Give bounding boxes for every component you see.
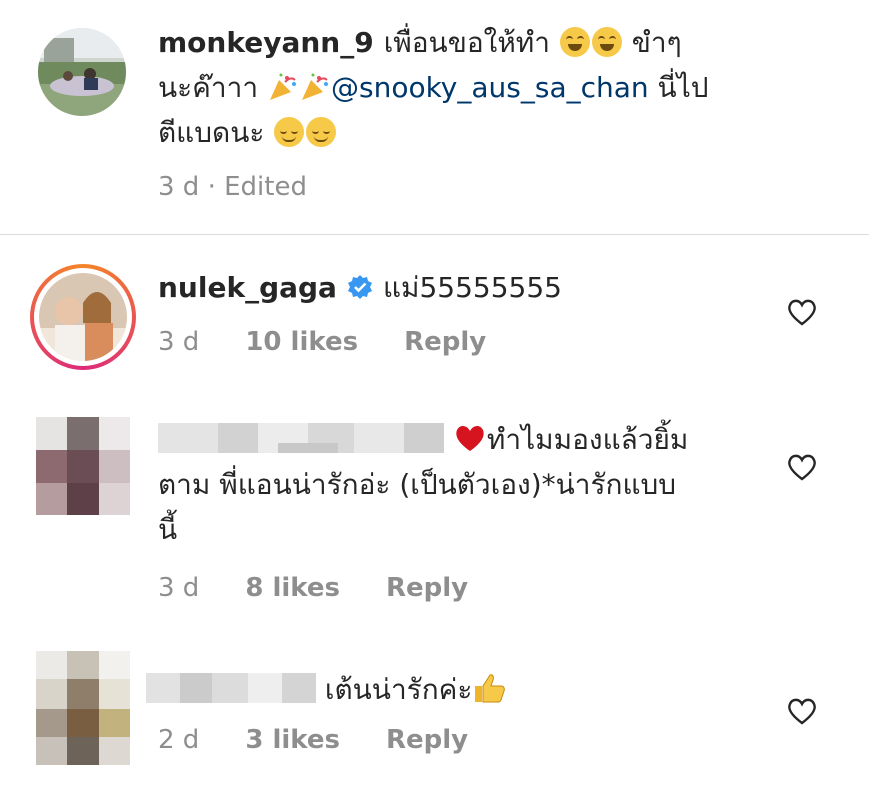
- heart-outline-icon[interactable]: [786, 297, 818, 327]
- comment-body: ขำๆ: [622, 26, 682, 59]
- comment-text: monkeyann_9 เพื่อนขอให้ทำ ขำๆ นะค๊าาา @sn…: [158, 20, 768, 155]
- comment-body: เพื่อนขอให้ทำ: [383, 26, 550, 59]
- comment-meta: 2 d 3 likes Reply: [158, 725, 468, 755]
- relieved-emoji-icon: [306, 117, 337, 147]
- laughing-emoji-icon: [559, 27, 590, 57]
- comment-nulek-gaga: nulek_gaga แม่55555555 3 d 10 likes Reply: [0, 235, 869, 385]
- mention-link[interactable]: @snooky_aus_sa_chan: [331, 71, 649, 104]
- heart-outline-icon[interactable]: [786, 452, 818, 482]
- verified-badge-icon: [347, 275, 372, 299]
- username[interactable]: monkeyann_9: [158, 26, 374, 59]
- heart-outline-icon[interactable]: [786, 696, 818, 726]
- comment-body: นี่ไป: [648, 71, 709, 104]
- username[interactable]: nulek_gaga: [158, 271, 337, 304]
- reply-button[interactable]: Reply: [404, 327, 486, 357]
- comment-body: แม่55555555: [382, 271, 562, 304]
- comment-body: เต้นน่ารักค่ะ: [324, 673, 473, 706]
- party-popper-icon: [269, 73, 296, 100]
- timestamp[interactable]: 3 d · Edited: [158, 172, 307, 202]
- comment-blurred-user-1: ทำไมมองแล้วยิ้ม ตาม พี่แอนน่ารักอ่ะ (เป็…: [0, 385, 869, 623]
- blurred-username[interactable]: [158, 421, 444, 453]
- comment-body: นะค๊าาา: [158, 71, 267, 104]
- comment-text: เต้นน่ารักค่ะ: [146, 667, 756, 712]
- comment-meta: 3 d · Edited: [158, 172, 307, 202]
- comment-monkeyann: monkeyann_9 เพื่อนขอให้ทำ ขำๆ นะค๊าาา @sn…: [0, 0, 869, 234]
- avatar[interactable]: [38, 28, 126, 116]
- blurred-username[interactable]: [146, 671, 316, 703]
- avatar-pixelated[interactable]: [36, 417, 130, 515]
- party-popper-icon: [301, 73, 328, 100]
- likes-count[interactable]: 3 likes: [245, 725, 340, 755]
- laughing-emoji-icon: [591, 27, 622, 57]
- comment-text: nulek_gaga แม่55555555: [158, 265, 768, 310]
- reply-button[interactable]: Reply: [386, 573, 468, 603]
- comment-blurred-user-2: เต้นน่ารักค่ะ 2 d 3 likes Reply: [0, 623, 869, 787]
- relieved-emoji-icon: [274, 117, 305, 147]
- comment-text: ทำไมมองแล้วยิ้ม ตาม พี่แอนน่ารักอ่ะ (เป็…: [158, 417, 768, 552]
- comment-body: ตีแบดนะ: [158, 116, 274, 149]
- comment-meta: 3 d 10 likes Reply: [158, 327, 486, 357]
- likes-count[interactable]: 10 likes: [245, 327, 358, 357]
- red-heart-icon: [456, 425, 484, 451]
- timestamp[interactable]: 3 d: [158, 573, 199, 603]
- timestamp[interactable]: 2 d: [158, 725, 199, 755]
- avatar-with-story-ring[interactable]: [30, 264, 136, 370]
- comment-meta: 3 d 8 likes Reply: [158, 573, 468, 603]
- avatar-pixelated[interactable]: [36, 651, 130, 765]
- comment-body: ตาม พี่แอนน่ารักอ่ะ (เป็นตัวเอง)*น่ารักแ…: [158, 468, 677, 501]
- comment-body: นี้: [158, 513, 178, 546]
- comment-body: ทำไมมองแล้วยิ้ม: [486, 423, 689, 456]
- likes-count[interactable]: 8 likes: [245, 573, 340, 603]
- timestamp[interactable]: 3 d: [158, 327, 199, 357]
- thumbs-up-icon: [475, 674, 506, 703]
- reply-button[interactable]: Reply: [386, 725, 468, 755]
